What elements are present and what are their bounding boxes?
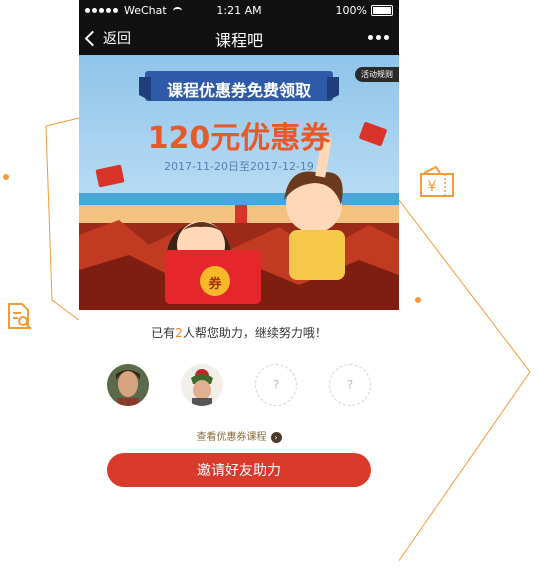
empty-helper-slot: ? — [255, 364, 297, 406]
battery-icon — [371, 5, 393, 16]
help-status-text: 已有2人帮您助力，继续努力哦！ — [79, 324, 399, 341]
activity-rules-button[interactable]: 活动规则 — [355, 67, 399, 82]
empty-slot-mark: ? — [272, 378, 280, 392]
help-prefix: 已有 — [151, 326, 176, 340]
help-suffix: 人帮您助力，继续努力哦！ — [182, 326, 327, 340]
search-document-icon — [6, 302, 36, 336]
empty-slot-mark: ? — [346, 378, 354, 392]
page-title: 课程吧 — [214, 31, 263, 50]
battery: 100% — [336, 4, 393, 17]
nav-bar: 返回 课程吧 — [79, 20, 399, 55]
help-count: 2 — [175, 326, 183, 340]
banner-title: 课程优惠券免费领取 — [166, 81, 311, 100]
avatar — [181, 364, 223, 406]
battery-percent: 100% — [335, 4, 367, 17]
coupon-amount: 120元优惠券 — [147, 121, 331, 156]
date-range: 2017-11-20日至2017-12-19 — [164, 160, 314, 173]
promo-banner: 课程优惠券免费领取 120元优惠券 2017-11-20日至2017-12-19… — [79, 55, 399, 310]
svg-text:¥: ¥ — [428, 179, 437, 195]
phone-screen: WeChat 1:21 AM 100% 返回 课程吧 课程优惠券免费领取 120… — [79, 0, 399, 576]
more-options-button[interactable] — [368, 35, 389, 40]
chevron-right-icon: › — [270, 431, 282, 443]
view-coupon-courses-link[interactable]: 查看优惠券课程 › — [79, 428, 399, 443]
status-bar: WeChat 1:21 AM 100% — [79, 0, 399, 20]
coupon-ticket-icon: ¥ — [418, 165, 456, 205]
invite-friends-button[interactable]: 邀请好友助力 — [107, 453, 371, 487]
empty-helper-slot: ? — [329, 364, 371, 406]
view-courses-label: 查看优惠券课程 — [196, 432, 267, 443]
avatar — [107, 364, 149, 406]
coupon-badge: 券 — [208, 277, 222, 292]
